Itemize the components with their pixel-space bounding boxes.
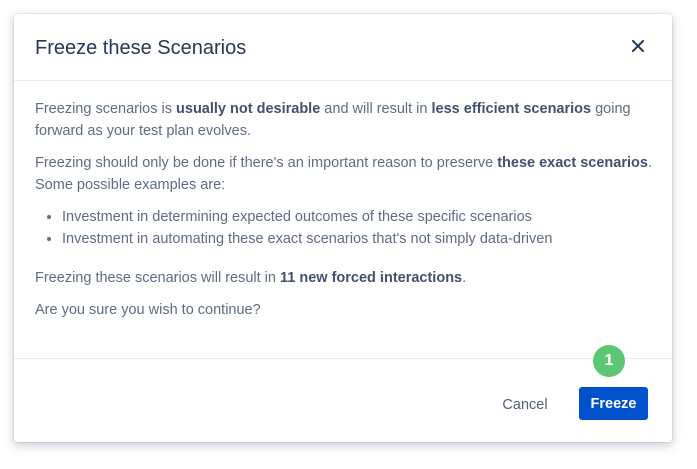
text: and will result in — [320, 101, 432, 117]
emphasis-text: 11 new forced interactions — [280, 270, 463, 286]
text: Freezing scenarios is — [35, 101, 177, 117]
emphasis-text: these exact scenarios — [497, 155, 648, 171]
close-icon — [632, 39, 644, 57]
warning-paragraph: Freezing scenarios is usually not desira… — [35, 98, 655, 142]
dialog-header: Freeze these Scenarios — [14, 14, 672, 81]
confirm-question: Are you sure you wish to continue? — [35, 302, 261, 318]
text: Freezing these scenarios will result in — [35, 270, 280, 286]
list-item: Investment in determining expected outco… — [62, 206, 655, 228]
emphasis-text: usually not desirable — [176, 101, 321, 117]
result-paragraph: Freezing these scenarios will result in … — [35, 267, 655, 289]
cancel-button[interactable]: Cancel — [490, 388, 560, 422]
list-item: Investment in automating these exact sce… — [62, 228, 655, 250]
freeze-button[interactable]: Freeze — [579, 387, 648, 420]
dialog-body: Freezing scenarios is usually not desira… — [35, 98, 655, 331]
reason-paragraph: Freezing should only be done if there's … — [35, 152, 655, 196]
emphasis-text: less efficient scenarios — [431, 101, 592, 117]
dialog-title: Freeze these Scenarios — [35, 37, 247, 59]
freeze-scenarios-dialog: Freeze these Scenarios Freezing scenario… — [14, 14, 672, 442]
examples-list: Investment in determining expected outco… — [35, 206, 655, 250]
text: Freezing should only be done if there's … — [35, 155, 498, 171]
dialog-footer: Cancel Freeze — [14, 358, 672, 443]
close-button[interactable] — [626, 36, 650, 60]
step-badge: 1 — [593, 345, 625, 377]
text: . — [462, 270, 467, 286]
